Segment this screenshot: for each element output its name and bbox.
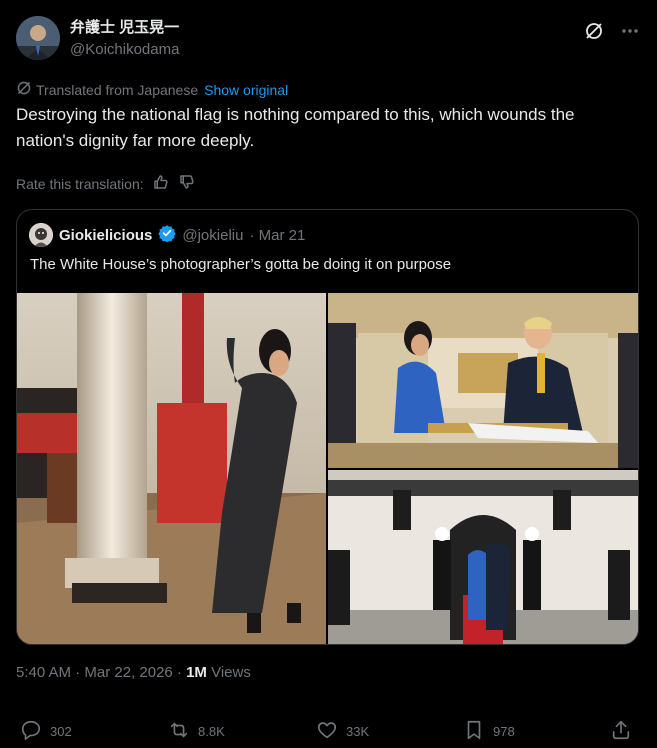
show-original-link[interactable]: Show original (204, 82, 288, 98)
media-photo[interactable] (17, 293, 326, 644)
grok-icon[interactable] (583, 20, 605, 42)
share-icon (610, 719, 632, 744)
translation-notice: Translated from Japanese Show original (16, 80, 288, 99)
verified-icon (158, 224, 177, 246)
media-photo[interactable] (328, 470, 638, 644)
thumbs-down-icon[interactable] (178, 173, 196, 194)
views-count: 1M (186, 664, 207, 681)
more-icon[interactable] (619, 20, 641, 42)
post-time[interactable]: 5:40 AM · Mar 22, 2026 · (16, 664, 186, 681)
grok-icon (16, 80, 32, 99)
tweet-timestamp[interactable]: 5:40 AM · Mar 22, 2026 · 1M Views (16, 664, 251, 681)
views-label: Views (206, 664, 251, 681)
tweet-text: Destroying the national flag is nothing … (16, 105, 575, 150)
share-button[interactable] (610, 719, 632, 744)
bookmark-icon (463, 719, 485, 744)
rate-label: Rate this translation: (16, 175, 144, 192)
translated-label: Translated from Japanese (36, 81, 199, 98)
reply-count: 302 (50, 724, 72, 739)
author-name[interactable]: 弁護士 児玉晃一 (70, 18, 179, 38)
quoted-tweet[interactable]: Giokielicious @jokieliu · Mar 21 The Whi… (16, 209, 639, 645)
quote-media-grid (17, 293, 638, 644)
bookmark-button[interactable]: 978 (463, 719, 515, 744)
heart-icon (316, 719, 338, 744)
like-count: 33K (346, 724, 370, 739)
bookmark-count: 978 (493, 724, 515, 739)
thumbs-up-icon[interactable] (152, 173, 170, 194)
quote-author-name[interactable]: Giokielicious (59, 227, 152, 244)
rate-translation: Rate this translation: (16, 173, 196, 194)
author-avatar[interactable] (16, 16, 60, 60)
quote-text: The White House’s photographer’s gotta b… (30, 256, 452, 273)
repost-count: 8.8K (198, 724, 225, 739)
author-handle[interactable]: @Koichikodama (70, 40, 179, 60)
tweet-header: 弁護士 児玉晃一 @Koichikodama (16, 16, 641, 62)
repost-button[interactable]: 8.8K (168, 719, 225, 744)
action-bar: 302 8.8K 33K 978 (0, 715, 657, 747)
quote-avatar[interactable] (29, 223, 53, 247)
reply-button[interactable]: 302 (20, 719, 72, 744)
like-button[interactable]: 33K (316, 719, 369, 744)
reply-icon (20, 719, 42, 744)
quote-date[interactable]: · Mar 21 (249, 227, 305, 244)
quote-handle[interactable]: @jokieliu (182, 227, 243, 244)
repost-icon (168, 719, 190, 744)
media-photo[interactable] (328, 293, 638, 468)
